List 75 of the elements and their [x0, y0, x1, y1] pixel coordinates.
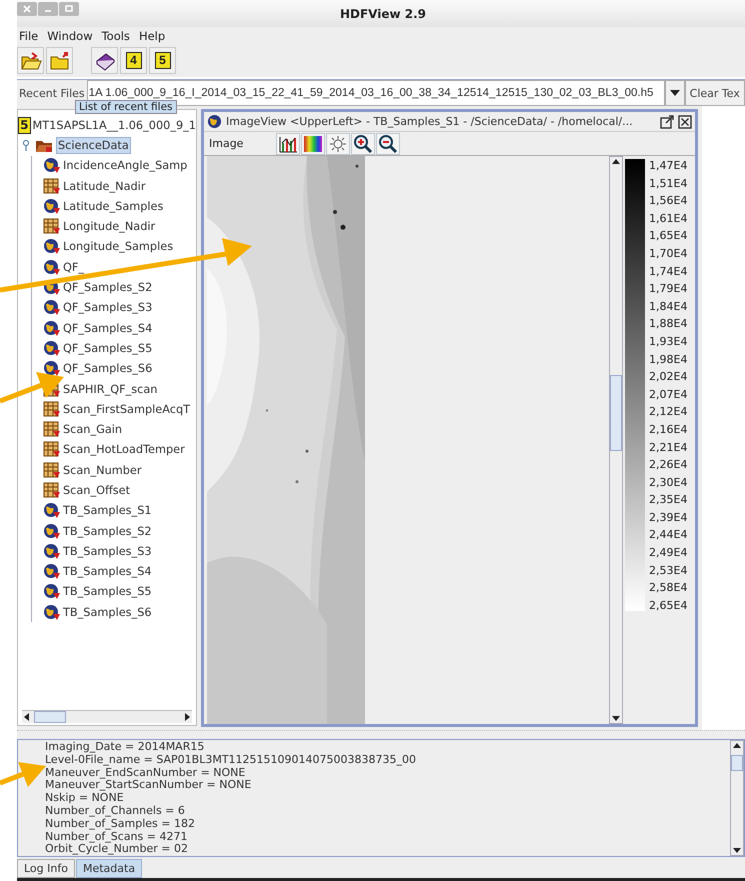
menu-item[interactable]: File	[19, 28, 38, 42]
metadata-line: Nskip = NONE	[45, 792, 125, 805]
scale-label: 1,93E4	[649, 334, 688, 350]
scale-label: 2,26E4	[649, 458, 688, 474]
scale-label: 1,88E4	[649, 317, 688, 332]
scale-label: 2,65E4	[649, 598, 688, 614]
tree-item[interactable]: Longitude_Nadir	[63, 220, 156, 234]
tree-item[interactable]: QF_Samples_S6	[63, 362, 152, 376]
tree-item[interactable]: QF_Samples_S4	[63, 322, 152, 335]
metadata-line: Maneuver_EndScanNumber = NONE	[45, 766, 246, 780]
scale-label: 1,70E4	[649, 246, 688, 262]
scale-label: 2,49E4	[649, 546, 688, 562]
scale-label: 2,30E4	[649, 476, 688, 491]
tree-item[interactable]: SAPHIR_QF_scan	[63, 382, 158, 396]
metadata-line: Maneuver_StartScanNumber = NONE	[45, 779, 252, 792]
scale-label: 1,84E4	[649, 300, 688, 315]
metadata-line: Imaging_Date = 2014MAR15	[45, 741, 206, 754]
scale-label: 2,02E4	[649, 370, 688, 386]
metadata-line: Number_of_Channels = 6	[45, 804, 186, 818]
tree-item[interactable]: MT1SAPSL1A__1.06_000_9_1	[32, 118, 196, 132]
tree-item[interactable]: TB_Samples_S5	[63, 585, 152, 598]
file-icon: 5	[18, 116, 31, 134]
tree-item[interactable]: TB_Samples_S3	[63, 544, 152, 558]
scale-label: 1,61E4	[649, 212, 688, 227]
scale-label: 2,16E4	[649, 422, 688, 438]
metadata-line: Level-0File_name = SAP01BL3MT112515109014075003838735_00	[45, 754, 418, 767]
menu-item[interactable]: Help	[138, 28, 166, 42]
recent-files-label: Recent Files	[18, 86, 86, 100]
scale-label: 1,47E4	[649, 159, 688, 174]
tree-item[interactable]: QF_	[63, 260, 84, 274]
menu-item[interactable]: Tools	[102, 28, 130, 42]
tree-item[interactable]: TB_Samples_S6	[63, 606, 152, 619]
window-title: HDFView 2.9	[340, 6, 426, 20]
scale-label: 2,07E4	[649, 388, 688, 403]
scale-label: 1,51E4	[649, 176, 688, 192]
scale-label: 1,65E4	[649, 229, 688, 244]
tab[interactable]: Metadata	[76, 859, 142, 878]
file-format-button[interactable]: 5	[149, 47, 176, 74]
tree-item[interactable]: IncidenceAngle_Samp	[63, 159, 188, 172]
scale-label: 2,35E4	[649, 493, 688, 508]
scale-label: 2,12E4	[649, 405, 688, 420]
metadata-line: Number_of_Samples = 182	[45, 818, 196, 831]
tree-item[interactable]: Latitude_Nadir	[63, 180, 146, 193]
scale-label: 1,56E4	[649, 194, 688, 210]
tree-item[interactable]: Scan_Number	[63, 464, 142, 477]
tree-item[interactable]: Scan_HotLoadTemper	[63, 443, 185, 456]
tooltip: List of recent files	[75, 100, 177, 114]
tree-item[interactable]: QF_Samples_S5	[63, 342, 152, 355]
tab[interactable]: Log Info	[17, 859, 75, 878]
clear-text-button[interactable]: Clear Tex	[684, 80, 745, 106]
tree-item[interactable]: Latitude_Samples	[63, 200, 164, 213]
tree-item[interactable]: TB_Samples_S4	[63, 565, 152, 578]
image-menu[interactable]: Image	[204, 137, 275, 150]
scale-label: 2,53E4	[649, 564, 688, 579]
tree-item[interactable]: TB_Samples_S2	[63, 524, 152, 538]
tree-item[interactable]: Scan_FirstSampleAcqT	[63, 402, 190, 416]
scale-label: 1,79E4	[649, 282, 688, 298]
file-format-button[interactable]: 4	[120, 47, 147, 74]
metadata-line: Number_of_Scans = 4271	[45, 830, 188, 844]
tree-item[interactable]: QF_Samples_S2	[63, 281, 152, 294]
scale-label: 2,39E4	[649, 510, 688, 526]
tree-item[interactable]: QF_Samples_S3	[63, 301, 152, 314]
tree-item[interactable]: Longitude_Samples	[63, 240, 174, 254]
scale-label: 1,74E4	[649, 264, 688, 280]
scale-label: 1,98E4	[649, 352, 688, 368]
metadata-line: Orbit_Cycle_Number = 02	[45, 843, 189, 856]
tree-item[interactable]: Scan_Offset	[63, 484, 130, 497]
tree-item[interactable]: TB_Samples_S1	[63, 504, 152, 518]
scale-label: 2,21E4	[649, 440, 688, 456]
scale-label: 2,58E4	[649, 581, 688, 596]
scale-label: 2,44E4	[649, 528, 688, 544]
menu-item[interactable]: Window	[47, 28, 93, 42]
window-title: ImageView <UpperLeft> - TB_Samples_S1 - /ScienceData/ - /homelocal/...	[226, 115, 634, 128]
tree-item[interactable]: ScienceData	[56, 136, 131, 154]
tree-item[interactable]: Scan_Gain	[63, 423, 122, 436]
